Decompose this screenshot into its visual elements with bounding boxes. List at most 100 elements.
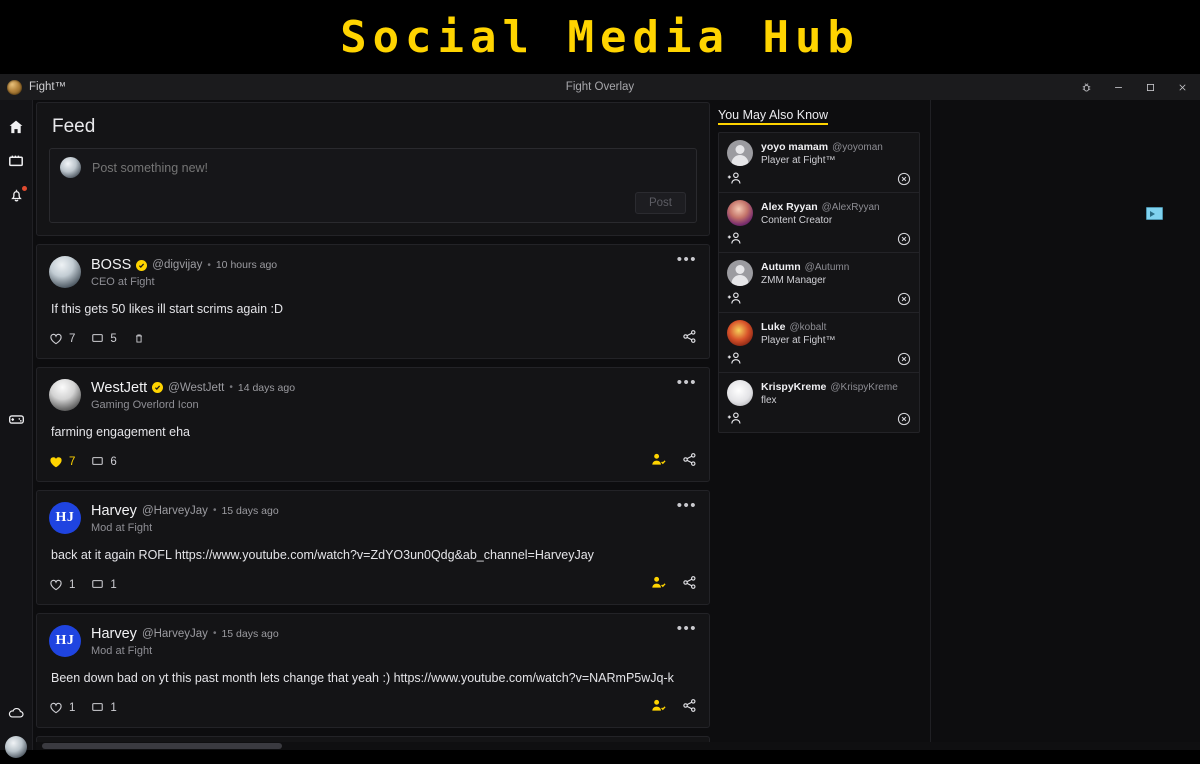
comment-action[interactable]: 1 [91, 701, 117, 714]
post-button[interactable]: Post [634, 192, 686, 214]
comment-icon [91, 701, 104, 714]
composer-row [60, 157, 686, 178]
post-author-name[interactable]: Harvey [91, 626, 137, 642]
sidebar-item-notifications[interactable] [0, 178, 32, 212]
suggestion-actions [727, 291, 911, 306]
dismiss-circle-icon[interactable] [897, 412, 911, 426]
suggestion-avatar [727, 200, 753, 226]
posts-list: ••• BOSS @digvijay • 10 hours ago CEO at Figh… [36, 244, 710, 742]
suggestion-actions [727, 411, 911, 426]
suggestion-item[interactable]: yoyo mamam @yoyoman Player at Fight™ [719, 133, 919, 193]
comment-action[interactable]: 1 [91, 578, 117, 591]
add-person-icon[interactable] [727, 291, 743, 306]
post-author-name[interactable]: Harvey [91, 503, 137, 519]
suggestion-name: Alex Ryyan [761, 200, 818, 213]
scrollbar-thumb[interactable] [42, 743, 282, 749]
post-menu-icon[interactable]: ••• [677, 252, 697, 267]
post-author-name[interactable]: WestJett [91, 380, 147, 396]
share-icon[interactable] [682, 452, 697, 472]
cloud-icon [7, 704, 25, 722]
follow-user-icon[interactable] [651, 698, 666, 718]
share-icon[interactable] [682, 698, 697, 718]
suggestions-panel: You May Also Know yoyo mamam @yoyoman Play… [718, 106, 920, 433]
comment-icon [91, 455, 104, 468]
post-timestamp: 15 days ago [221, 627, 279, 640]
add-person-icon[interactable] [727, 231, 743, 246]
post-text: back at it again ROFL https://www.youtub… [51, 547, 594, 562]
panel-divider [930, 100, 931, 750]
maximize-button[interactable] [1134, 74, 1166, 100]
post-author-role: CEO at Fight [91, 276, 155, 288]
sidebar-item-games[interactable] [0, 402, 32, 436]
trash-icon [133, 332, 145, 345]
post-header: HJ Harvey @HarveyJay • 15 days ago Mod at Fig… [49, 624, 697, 657]
post-actions-right [651, 452, 697, 472]
dismiss-circle-icon[interactable] [897, 232, 911, 246]
sidebar-item-cloud[interactable] [0, 696, 32, 730]
feed-header-card: Feed Post [36, 102, 710, 236]
post-name-line: Harvey @HarveyJay • 15 days ago [91, 626, 279, 642]
minimize-button[interactable] [1102, 74, 1134, 100]
like-action[interactable]: 1 [49, 578, 75, 592]
post-menu-icon[interactable]: ••• [677, 498, 697, 513]
dismiss-circle-icon[interactable] [897, 352, 911, 366]
add-person-icon[interactable] [727, 171, 743, 186]
post-author-name[interactable]: BOSS [91, 257, 131, 273]
comment-count: 1 [110, 701, 117, 714]
suggestion-avatar [727, 320, 753, 346]
post-actions: 76 [49, 452, 697, 472]
sidebar-item-profile[interactable] [0, 730, 32, 764]
dismiss-circle-icon[interactable] [897, 172, 911, 186]
dismiss-circle-icon[interactable] [897, 292, 911, 306]
page-banner: Social Media Hub [0, 0, 1200, 74]
suggestion-name-line: yoyo mamam @yoyoman [761, 141, 883, 153]
close-button[interactable] [1166, 74, 1198, 100]
suggestion-item[interactable]: Autumn @Autumn ZMM Manager [719, 253, 919, 313]
suggestion-handle: @Autumn [804, 261, 850, 273]
post-author-handle[interactable]: @HarveyJay [142, 505, 208, 517]
post-header: HJ Harvey @HarveyJay • 15 days ago Mod at Fig… [49, 501, 697, 534]
add-person-icon[interactable] [727, 351, 743, 366]
post-author-handle[interactable]: @WestJett [168, 382, 224, 394]
follow-user-icon[interactable] [651, 452, 666, 472]
post-author-meta: Harvey @HarveyJay • 15 days ago Mod at Fight [91, 502, 279, 534]
suggestion-header: Autumn @Autumn ZMM Manager [727, 260, 911, 286]
like-action[interactable]: 1 [49, 701, 75, 715]
post-name-line: Harvey @HarveyJay • 15 days ago [91, 503, 279, 519]
suggestion-item[interactable]: Alex Ryyan @AlexRyyan Content Creator [719, 193, 919, 253]
suggestion-name-line: Alex Ryyan @AlexRyyan [761, 201, 880, 213]
share-icon[interactable] [682, 575, 697, 595]
post-author-handle[interactable]: @digvijay [152, 259, 202, 271]
like-action[interactable]: 7 [49, 455, 75, 469]
delete-action[interactable] [133, 332, 145, 345]
suggestion-name: KrispyKreme [761, 380, 827, 393]
post-input[interactable] [90, 159, 686, 176]
post-author-role: Mod at Fight [91, 644, 153, 657]
screen-share-icon[interactable] [1146, 207, 1163, 220]
post-card: ••• HJ Harvey @HarveyJay • 15 days ago Mod at … [36, 612, 710, 728]
post-header: BOSS @digvijay • 10 hours ago CEO at Fight [49, 256, 697, 288]
share-icon[interactable] [682, 329, 697, 349]
suggestion-item[interactable]: Luke @kobalt Player at Fight™ [719, 313, 919, 373]
composer-avatar [60, 157, 81, 178]
like-count: 7 [69, 332, 76, 345]
add-person-icon[interactable] [727, 411, 743, 426]
comment-action[interactable]: 5 [91, 332, 117, 345]
feed-column: Feed Post •••BOSS@digvijay•10 hours agoC… [36, 102, 710, 742]
like-action[interactable]: 7 [49, 332, 75, 346]
sidebar-item-clips[interactable] [0, 144, 32, 178]
post-menu-icon[interactable]: ••• [677, 375, 697, 390]
horizontal-scrollbar[interactable] [36, 742, 1200, 750]
suggestion-item[interactable]: KrispyKreme @KrispyKreme flex [719, 373, 919, 432]
suggestion-meta: Autumn @Autumn ZMM Manager [761, 261, 849, 286]
separator-dot: • [212, 628, 217, 640]
window-controls [1070, 74, 1200, 100]
window-titlebar: Fight™ Fight Overlay [0, 74, 1200, 100]
post-menu-icon[interactable]: ••• [677, 621, 697, 636]
follow-user-icon[interactable] [651, 575, 666, 595]
comment-action[interactable]: 6 [91, 455, 117, 468]
post-composer: Post [49, 148, 697, 223]
bug-icon[interactable] [1070, 74, 1102, 100]
sidebar-item-home[interactable] [0, 110, 32, 144]
post-author-handle[interactable]: @HarveyJay [142, 628, 208, 640]
